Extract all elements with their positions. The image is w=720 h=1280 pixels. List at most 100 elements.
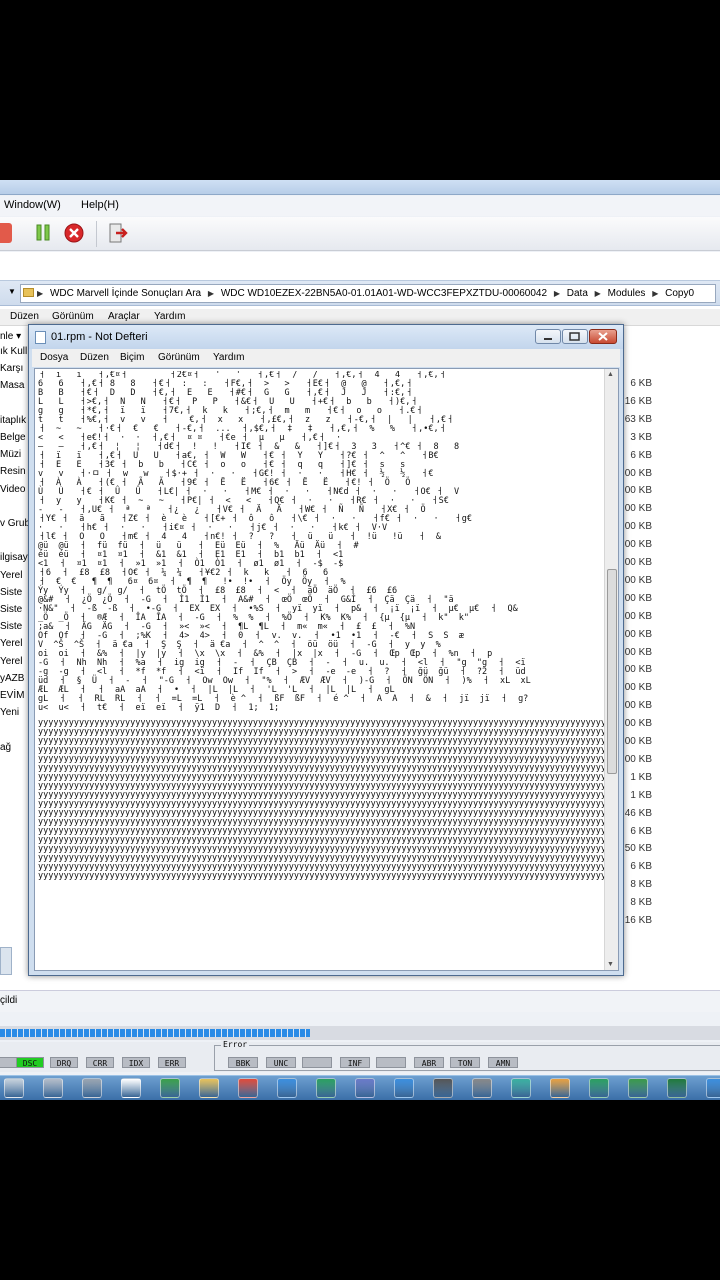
close-button[interactable] <box>589 329 617 344</box>
navigation-pane: nle ▾ ık Kull Karşı Masa itaplık Belge Müzi Res… <box>0 328 28 1008</box>
menu-window[interactable]: Window(W) <box>4 199 61 211</box>
sidebar-item[interactable]: Masa <box>0 380 24 391</box>
file-size: 16 KB <box>624 915 652 926</box>
menu-edit[interactable]: Düzen <box>10 311 39 322</box>
app-icon-2[interactable] <box>706 1078 720 1098</box>
notepad-title-bar[interactable]: 01.rpm - Not Defteri <box>29 325 623 349</box>
add-icon[interactable] <box>160 1078 180 1098</box>
sidebar-item[interactable]: yAZB <box>0 673 24 684</box>
sidebar-item[interactable]: Siste <box>0 587 22 598</box>
dropdown-arrow-icon[interactable]: ▼ <box>8 287 16 296</box>
menu-help[interactable]: Help(H) <box>81 199 119 211</box>
address-bar[interactable]: ▶ WDC Marvell İçinde Sonuçları Ara ▶ WDC… <box>20 284 716 303</box>
sidebar-item[interactable]: ilgisay <box>0 552 28 563</box>
app-icon[interactable] <box>589 1078 609 1098</box>
app-title-bar <box>0 180 720 195</box>
browser-icon[interactable] <box>316 1078 336 1098</box>
sidebar-item[interactable]: Yeni <box>0 707 19 718</box>
sidebar-item[interactable]: v Grub <box>0 518 28 529</box>
menu-help[interactable]: Yardım <box>213 352 245 363</box>
menu-file[interactable]: Dosya <box>40 352 68 363</box>
excel-icon[interactable] <box>628 1078 648 1098</box>
sidebar-item[interactable]: ağ <box>0 742 11 753</box>
search-icon[interactable] <box>550 1078 570 1098</box>
pause-icon[interactable] <box>32 221 56 245</box>
breadcrumb-item[interactable]: Copy0 <box>665 288 694 299</box>
file-size: 1 KB <box>630 789 652 801</box>
breadcrumb-item[interactable]: Modules <box>608 288 646 299</box>
sidebar-item[interactable]: ık Kull <box>0 346 27 357</box>
maximize-button[interactable] <box>562 329 588 344</box>
exit-icon[interactable] <box>106 221 130 245</box>
network-icon[interactable] <box>4 1078 24 1098</box>
sidebar-item[interactable]: nle ▾ <box>0 331 21 342</box>
sidebar-item[interactable]: Video <box>0 484 25 495</box>
file-size: 63 KB <box>624 413 652 425</box>
text-editor[interactable]: ㅓ ı ı ㅓ,€¤ㅓ ㅓ2€¤ㅓ ' ' ㅓ‚€ㅓ / / ㅓ,€‚ㅓ 4 4… <box>34 368 619 971</box>
minimize-button[interactable] <box>535 329 561 344</box>
menu-help[interactable]: Yardım <box>154 311 186 322</box>
file-size: 00 KB <box>624 503 652 515</box>
file-size: 50 KB <box>624 843 652 855</box>
menu-tools[interactable]: Araçlar <box>108 311 140 322</box>
gear-icon[interactable] <box>472 1078 492 1098</box>
indicator-blank <box>302 1057 332 1068</box>
stop-icon[interactable] <box>0 223 12 243</box>
sidebar-item[interactable]: Siste <box>0 604 22 615</box>
breadcrumb-item[interactable]: WDC WD10EZEX-22BN5A0-01.01A01-WD-WCC3FEP… <box>221 288 547 299</box>
drive-icon[interactable] <box>43 1078 63 1098</box>
sidebar-item[interactable]: itaplık <box>0 415 26 426</box>
menu-view[interactable]: Görünüm <box>158 352 200 363</box>
indicator-dsc: DSC <box>16 1057 44 1068</box>
close-tool-icon[interactable] <box>433 1078 453 1098</box>
scroll-up-icon[interactable]: ▲ <box>607 371 614 378</box>
notepad-icon[interactable] <box>277 1078 297 1098</box>
cancel-icon[interactable] <box>62 221 86 245</box>
sidebar-item[interactable]: Yerel <box>0 570 22 581</box>
binary-content: ㅓ ı ı ㅓ,€¤ㅓ ㅓ2€¤ㅓ ' ' ㅓ‚€ㅓ / / ㅓ,€‚ㅓ 4 4… <box>38 371 531 713</box>
refresh-icon[interactable] <box>511 1078 531 1098</box>
menu-edit[interactable]: Düzen <box>80 352 109 363</box>
indicator-idx: IDX <box>122 1057 150 1068</box>
scroll-thumb[interactable] <box>607 569 617 774</box>
chrome-icon[interactable] <box>238 1078 258 1098</box>
file-size: 8 KB <box>630 897 652 909</box>
sidebar-item[interactable]: Yerel <box>0 638 22 649</box>
file-size: 00 KB <box>624 682 652 694</box>
file-size: 6 KB <box>630 378 652 389</box>
cmd-icon[interactable] <box>121 1078 141 1098</box>
file-size: 46 KB <box>624 807 652 819</box>
settings-icon[interactable] <box>82 1078 102 1098</box>
desktop-screen: Window(W) Help(H) ▼ ▶ WDC Marvell İçinde… <box>0 180 720 1100</box>
file-size: 00 KB <box>624 539 652 551</box>
file-size: 6 KB <box>630 449 652 461</box>
sidebar-item[interactable]: Müzi <box>0 449 21 460</box>
folder-icon[interactable] <box>199 1078 219 1098</box>
indicator-crr: CRR <box>86 1057 114 1068</box>
indicator-err: ERR <box>158 1057 186 1068</box>
menu-format[interactable]: Biçim <box>120 352 144 363</box>
breadcrumb-item[interactable]: Data <box>567 288 588 299</box>
sidebar-item[interactable]: Yerel <box>0 656 22 667</box>
file-size: 00 KB <box>624 736 652 747</box>
breadcrumb-item[interactable]: WDC Marvell İçinde Sonuçları Ara <box>50 288 201 299</box>
tool-icon[interactable] <box>394 1078 414 1098</box>
sidebar-item[interactable]: Karşı <box>0 363 23 374</box>
error-group-label: Error <box>221 1040 250 1049</box>
indicator-drq: DRQ <box>50 1057 78 1068</box>
scroll-down-icon[interactable]: ▼ <box>607 961 614 968</box>
file-size: 00 KB <box>624 574 652 586</box>
breadcrumb-sep-icon: ▶ <box>207 289 215 298</box>
sidebar-item[interactable]: Belge <box>0 432 26 443</box>
folder-icon <box>23 288 34 297</box>
file-size: 00 KB <box>624 700 652 712</box>
vertical-scrollbar[interactable]: ▲ ▼ <box>604 369 618 970</box>
excel-icon-2[interactable] <box>667 1078 687 1098</box>
sidebar-item[interactable]: Resin <box>0 466 26 477</box>
menu-view[interactable]: Görünüm <box>52 311 94 322</box>
user-icon[interactable] <box>355 1078 375 1098</box>
file-size: 00 KB <box>624 610 652 622</box>
sidebar-item[interactable]: EVİM <box>0 690 24 701</box>
indicator-abr: ABR <box>414 1057 444 1068</box>
sidebar-item[interactable]: Siste <box>0 621 22 632</box>
